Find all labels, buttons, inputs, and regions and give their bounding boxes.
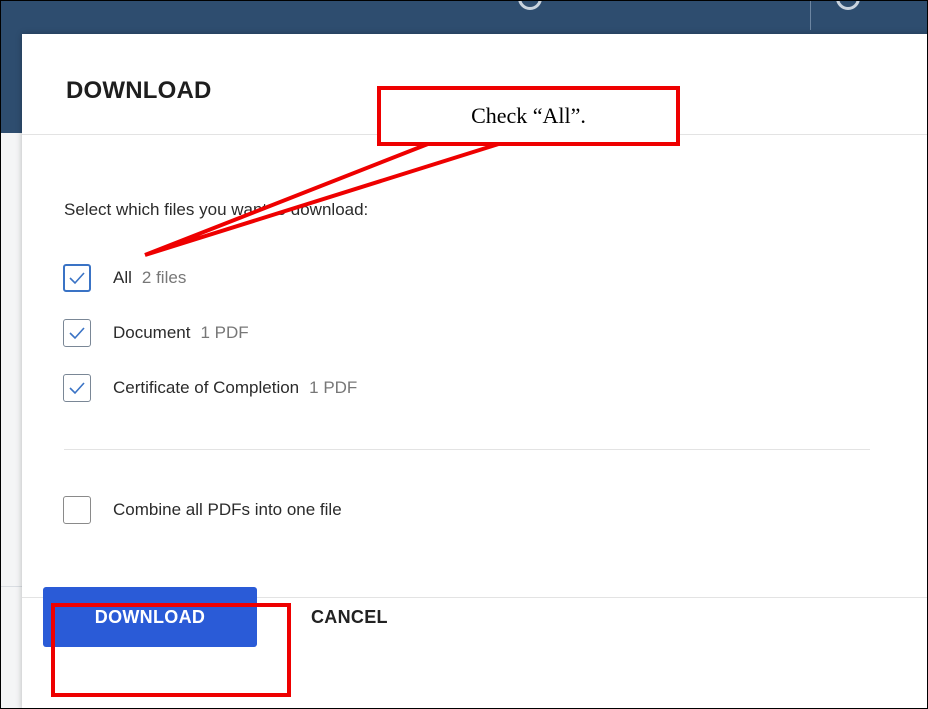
annotation-callout: Check “All”. (377, 86, 680, 146)
download-highlight-box (51, 603, 291, 697)
